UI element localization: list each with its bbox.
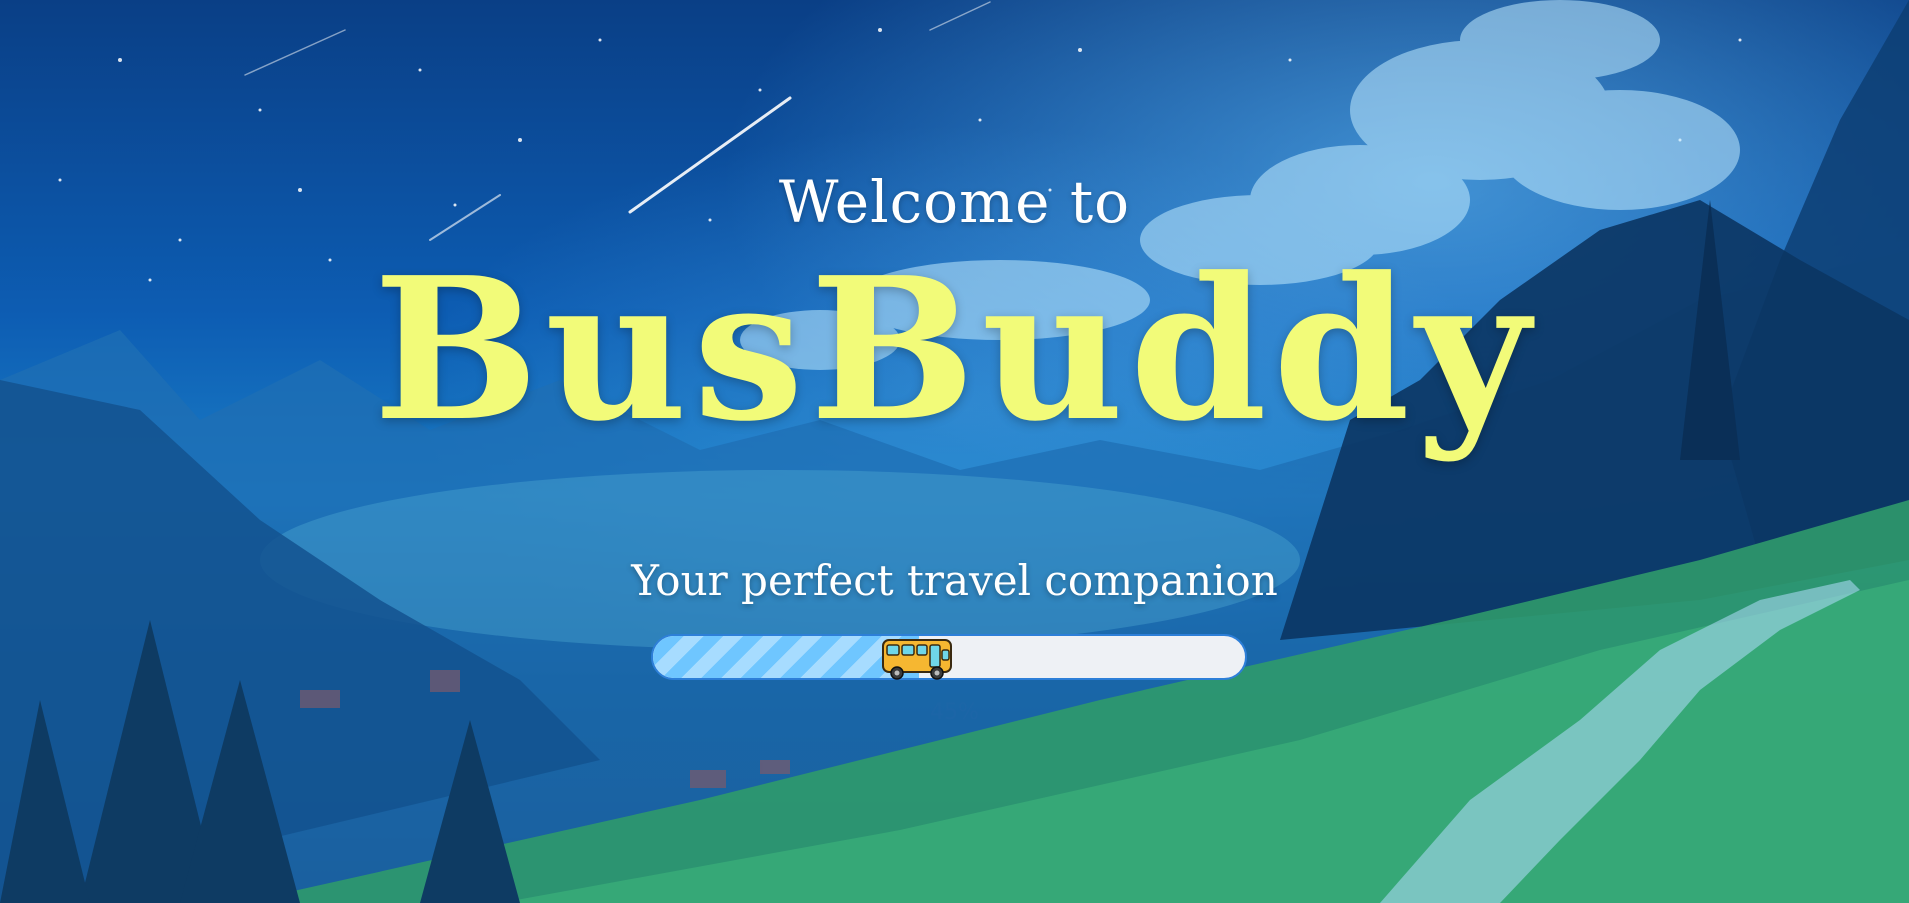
bus-icon [882, 639, 953, 680]
progress-percent-label: 45% [930, 700, 979, 725]
app-name-title: BusBuddy [373, 235, 1536, 465]
tagline: Your perfect travel companion [631, 556, 1278, 605]
welcome-heading: Welcome to [778, 168, 1131, 236]
